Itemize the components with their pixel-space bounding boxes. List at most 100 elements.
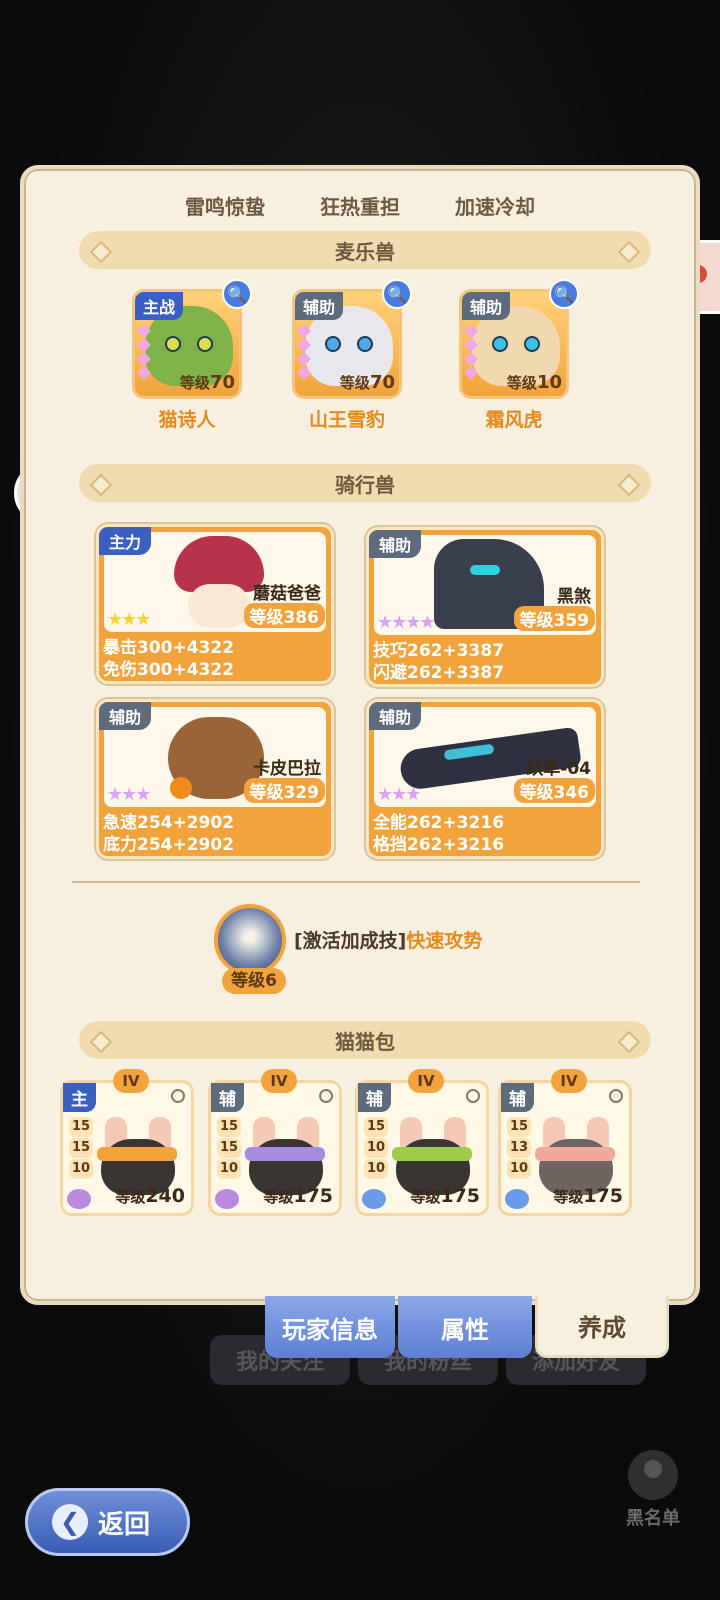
beast-name: 山王雪豹: [308, 409, 385, 431]
mount-name: 蘑菇爸爸: [253, 584, 321, 604]
lock-icon: [466, 1089, 480, 1103]
bonus-skill[interactable]: 等级6 [激活加成技]快速攻势: [214, 904, 482, 994]
back-button[interactable]: ❮ 返回: [25, 1488, 190, 1556]
lock-icon: [171, 1089, 185, 1103]
headband: [97, 1147, 177, 1161]
role-badge: 主战: [135, 292, 184, 320]
buff-list: 雷鸣惊蛰 狂热重担 加速冷却: [24, 191, 696, 220]
role-badge: 辅助: [462, 292, 511, 320]
paw-icon: [362, 1189, 386, 1209]
beast-eye: [492, 336, 508, 352]
skill-name: 快速攻势: [406, 930, 483, 952]
beast-eye: [325, 336, 341, 352]
bottom-tabs: 玩家信息 属性 养成: [265, 1296, 669, 1358]
mount-stat: 底力254+2902: [103, 835, 235, 855]
star-rating: ★★★: [377, 784, 421, 805]
headband: [392, 1147, 472, 1161]
beast-name: 猫诗人: [158, 409, 216, 431]
divider: [72, 881, 640, 883]
bag-stats: 15 13 10: [507, 1117, 532, 1180]
search-icon[interactable]: 🔍: [222, 279, 252, 309]
cat-bag-card[interactable]: IV 辅 15 13 10 等级175: [498, 1069, 632, 1216]
tier-badge: IV: [261, 1069, 297, 1093]
lock-icon: [609, 1089, 623, 1103]
role-badge: 辅: [211, 1083, 244, 1112]
search-icon[interactable]: 🔍: [382, 279, 412, 309]
buff-label: 加速冷却: [455, 195, 535, 219]
beast-eye: [524, 336, 540, 352]
bag-level: 等级175: [553, 1185, 623, 1207]
headband: [535, 1147, 615, 1161]
role-badge: 辅助: [369, 530, 422, 558]
mount-stat: 免伤300+4322: [103, 660, 235, 680]
cat-portrait: [97, 1117, 177, 1195]
back-label: 返回: [98, 1509, 151, 1540]
cat-bag-card[interactable]: IV 辅 15 15 10 等级175: [208, 1069, 342, 1216]
mount-level: 等级329: [243, 778, 325, 803]
tier-badge: IV: [408, 1069, 444, 1093]
blacklist-label: 黑名单: [626, 1508, 680, 1529]
mount-card[interactable]: 辅助 跃隼-04 等级346 ★★★ 全能262+3216 格挡262+3216: [366, 699, 604, 859]
beast-eye: [357, 336, 373, 352]
mount-level: 等级346: [513, 778, 595, 803]
star-rating: ★★★: [107, 609, 151, 630]
beast-level: 等级70: [339, 372, 395, 393]
beast-level: 等级70: [179, 372, 235, 393]
tab-attributes[interactable]: 属性: [398, 1296, 532, 1358]
paw-icon: [215, 1189, 239, 1209]
paw-icon: [67, 1189, 91, 1209]
mount-card[interactable]: 辅助 卡皮巴拉 等级329 ★★★ 急速254+2902 底力254+2902: [96, 699, 334, 859]
role-badge: 辅助: [369, 702, 422, 730]
role-badge: 辅助: [295, 292, 344, 320]
music-beast-card[interactable]: 辅助 等级10 🔍 霜风虎: [459, 279, 579, 432]
role-badge: 主力: [99, 527, 152, 555]
tab-cultivation[interactable]: 养成: [535, 1296, 669, 1358]
rank-diamonds: [463, 323, 479, 382]
cat-portrait: [392, 1117, 472, 1195]
bag-level: 等级240: [115, 1185, 185, 1207]
cat-bag-card[interactable]: IV 主 15 15 10 等级240: [60, 1069, 194, 1216]
beast-name: 霜风虎: [485, 409, 543, 431]
lock-icon: [319, 1089, 333, 1103]
cat-bag-card[interactable]: IV 辅 15 10 10 等级175: [355, 1069, 489, 1216]
blacklist-button[interactable]: 黑名单: [618, 1450, 688, 1530]
bag-stats: 15 15 10: [69, 1117, 94, 1180]
beast-portrait: 辅助 等级70: [292, 289, 402, 399]
mount-card[interactable]: 辅助 黑煞 等级359 ★★★★ 技巧262+3387 闪避262+3387: [366, 527, 604, 687]
search-icon[interactable]: 🔍: [549, 279, 579, 309]
bag-stats: 15 10 10: [364, 1117, 389, 1180]
music-beast-header: 麦乐兽: [79, 231, 651, 269]
music-beast-card[interactable]: 主战 等级70 🔍 猫诗人: [132, 279, 252, 432]
beast-level: 等级10: [506, 372, 562, 393]
beast-eye: [165, 336, 181, 352]
tier-badge: IV: [551, 1069, 587, 1093]
bag-level: 等级175: [410, 1185, 480, 1207]
tab-player-info[interactable]: 玩家信息: [265, 1296, 395, 1358]
music-beast-card[interactable]: 辅助 等级70 🔍 山王雪豹: [292, 279, 412, 432]
star-rating: ★★★: [107, 784, 151, 805]
beast-portrait: 辅助 等级10: [459, 289, 569, 399]
headband: [245, 1147, 325, 1161]
mount-name: 黑煞: [557, 587, 591, 607]
bag-stats: 15 15 10: [217, 1117, 242, 1180]
mount-card[interactable]: 主力 蘑菇爸爸 等级386 ★★★ 暴击300+4322 免伤300+4322: [96, 524, 334, 684]
role-badge: 辅: [358, 1083, 391, 1112]
rank-diamonds: [136, 323, 152, 382]
mount-level: 等级359: [513, 606, 595, 631]
role-badge: 主: [63, 1083, 96, 1112]
skill-level: 等级6: [222, 968, 286, 994]
cat-bag-header: 猫猫包: [79, 1021, 651, 1059]
buff-label: 雷鸣惊蛰: [185, 195, 265, 219]
user-block-icon: [628, 1450, 678, 1500]
skill-text: [激活加成技]快速攻势: [294, 926, 482, 953]
rank-diamonds: [296, 323, 312, 382]
role-badge: 辅: [501, 1083, 534, 1112]
cat-portrait: [245, 1117, 325, 1195]
paw-icon: [505, 1189, 529, 1209]
mount-stat: 格挡262+3216: [373, 835, 505, 855]
mount-name: 跃隼-04: [526, 759, 591, 779]
star-rating: ★★★★: [377, 612, 436, 633]
mount-level: 等级386: [243, 603, 325, 628]
tier-badge: IV: [113, 1069, 149, 1093]
mount-name: 卡皮巴拉: [253, 759, 321, 779]
